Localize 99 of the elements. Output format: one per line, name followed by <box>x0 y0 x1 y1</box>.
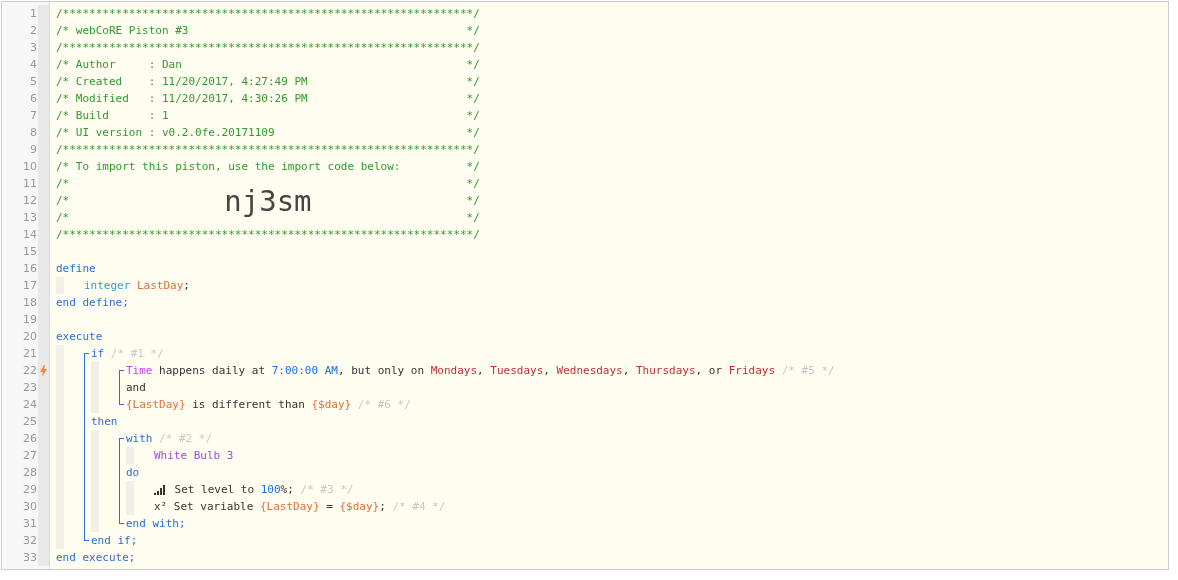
code-comment: /**************************************************************/ <box>56 227 480 243</box>
line-number: 2 <box>29 24 37 37</box>
value-text: 100 <box>260 482 281 498</box>
line-number: 10 <box>22 160 37 173</box>
code-comment: */ <box>466 125 480 141</box>
line-number: 31 <box>22 517 37 530</box>
line-number: 16 <box>22 262 37 275</box>
type-keyword: integer <box>84 278 131 294</box>
code-comment: */ <box>466 159 480 175</box>
variable-name: LastDay <box>136 278 184 294</box>
line-number: 22 <box>22 364 37 377</box>
code-text: , or <box>695 363 724 379</box>
code-keyword: end execute; <box>56 550 136 566</box>
code-text: Set level to <box>173 482 256 498</box>
code-keyword: then <box>91 414 118 430</box>
code-keyword: if <box>91 346 105 362</box>
code-comment: /* UI version : v0.2.0fe.20171109 <box>56 125 275 141</box>
line-number: 17 <box>22 279 37 292</box>
code-comment: /* Build : 1 <box>56 108 169 124</box>
code-text: happens daily at <box>158 363 267 379</box>
code-comment: */ <box>466 193 480 209</box>
code-comment: */ <box>466 210 480 226</box>
line-number: 26 <box>22 432 37 445</box>
line-number: 15 <box>22 245 37 258</box>
code-keyword: with <box>126 431 153 447</box>
code-comment: /* <box>56 210 70 226</box>
line-number: 28 <box>22 466 37 479</box>
code-text: , <box>622 363 631 379</box>
code-comment: */ <box>466 108 480 124</box>
line-number: 3 <box>29 41 37 54</box>
code-comment: */ <box>466 23 480 39</box>
device-name: White Bulb 3 <box>154 448 234 464</box>
line-number: 12 <box>22 194 37 207</box>
line-number: 4 <box>29 58 37 71</box>
code-keyword: end if; <box>91 533 138 549</box>
code-text: %; <box>280 482 294 498</box>
code-comment: */ <box>466 176 480 192</box>
line-number: 1 <box>29 7 37 20</box>
line-number: 19 <box>22 313 37 326</box>
code-text: ; <box>379 499 386 515</box>
code-comment: */ <box>466 74 480 90</box>
variable-name: {$day} <box>339 499 380 515</box>
variable-name: {$day} <box>311 397 352 413</box>
day-name: Thursdays <box>636 363 696 379</box>
attribute-name: Time <box>126 363 153 379</box>
line-number: 6 <box>29 92 37 105</box>
day-name: Wednesdays <box>556 363 623 379</box>
block-bracket <box>119 370 124 405</box>
line-number: 21 <box>22 347 37 360</box>
line-number: 33 <box>22 551 37 564</box>
line-number: 27 <box>22 449 37 462</box>
line-number: 32 <box>22 534 37 547</box>
value-text: 7:00:00 AM <box>271 363 338 379</box>
code-keyword: end define; <box>56 295 129 311</box>
code-text: x² Set variable <box>154 499 255 515</box>
line-number: 20 <box>22 330 37 343</box>
line-number: 11 <box>22 177 37 190</box>
variable-name: {LastDay} <box>126 397 186 413</box>
code-keyword: define <box>56 261 96 277</box>
day-name: Mondays <box>430 363 478 379</box>
import-code: nj3sm <box>224 183 312 218</box>
code-text: and <box>126 380 146 396</box>
line-number: 24 <box>22 398 37 411</box>
code-comment: /* <box>56 176 70 192</box>
line-number: 5 <box>29 75 37 88</box>
code-keyword: end with; <box>126 516 186 532</box>
day-name: Tuesdays <box>490 363 544 379</box>
line-number: 13 <box>22 211 37 224</box>
signal-bars-icon <box>154 484 166 495</box>
code-text: is different than <box>191 397 306 413</box>
line-number: 7 <box>29 109 37 122</box>
code-comment: /**************************************************************/ <box>56 6 480 22</box>
code-keyword: execute <box>56 329 103 345</box>
line-number: 29 <box>22 483 37 496</box>
line-number: 23 <box>22 381 37 394</box>
line-number: 9 <box>29 143 37 156</box>
line-number: 18 <box>22 296 37 309</box>
code-comment: /* Created : 11/20/2017, 4:27:49 PM <box>56 74 308 90</box>
code-comment: /* To import this piston, use the import code below: <box>56 159 401 175</box>
code-text: , <box>477 363 485 379</box>
code-text: , <box>543 363 551 379</box>
code-text: = <box>325 499 334 515</box>
day-name: Fridays <box>728 363 776 379</box>
code-comment: /* webCoRE Piston #3 <box>56 23 189 39</box>
code-comment: /**************************************************************/ <box>56 40 480 56</box>
code-comment: /* Author : Dan <box>56 57 182 73</box>
code-comment: /* <box>56 193 70 209</box>
variable-name: {LastDay} <box>259 499 320 515</box>
line-number: 25 <box>22 415 37 428</box>
line-number: 14 <box>22 228 37 241</box>
code-comment: */ <box>466 91 480 107</box>
code-comment: /* Modified : 11/20/2017, 4:30:26 PM <box>56 91 308 107</box>
code-text: , but only on <box>337 363 426 379</box>
line-number: 8 <box>29 126 37 139</box>
code-comment: */ <box>466 57 480 73</box>
code-comment: /**************************************************************/ <box>56 142 480 158</box>
code-keyword: do <box>126 465 140 481</box>
line-number: 30 <box>22 500 37 513</box>
code-text: ; <box>183 278 190 294</box>
